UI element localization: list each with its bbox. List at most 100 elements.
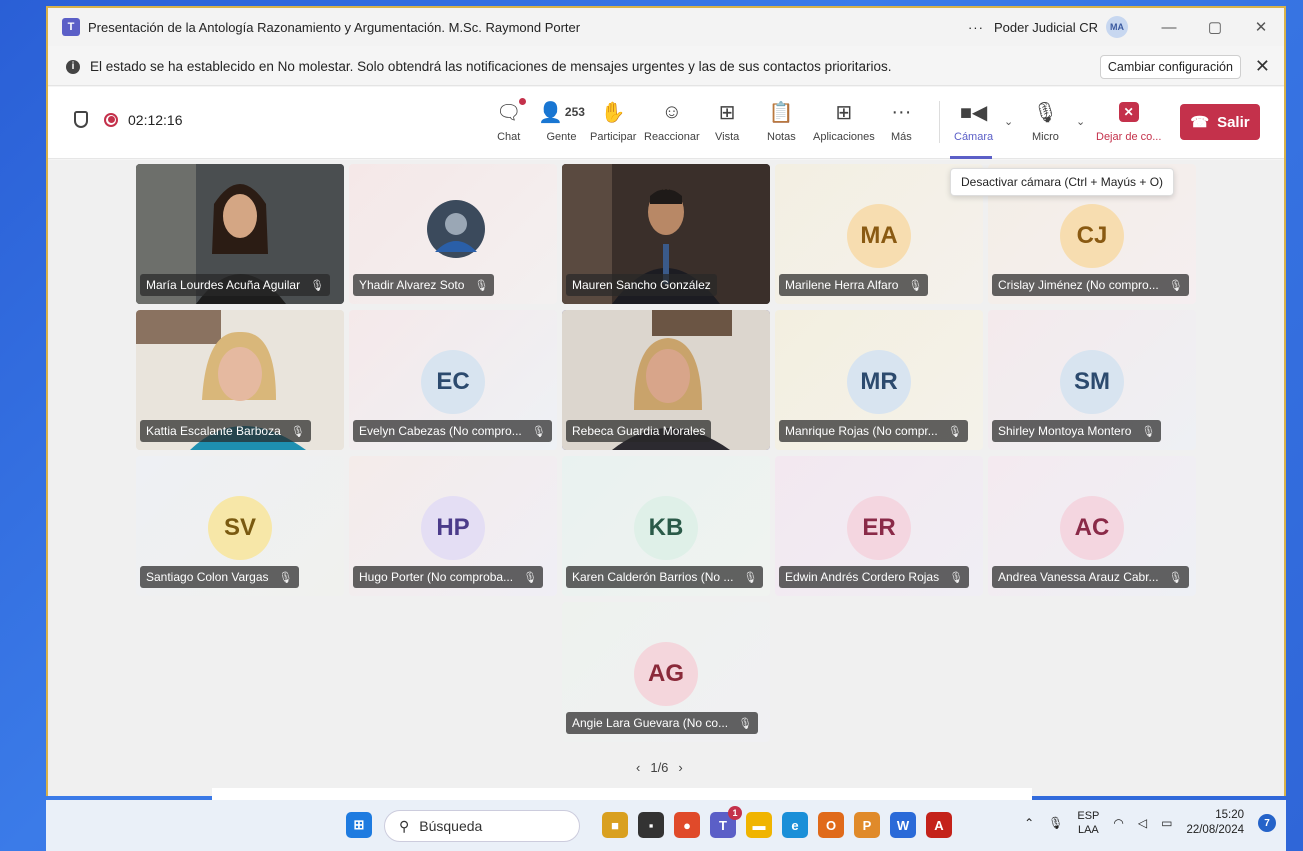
- mic-off-icon: 🎙: [310, 279, 325, 292]
- participant-name: Hugo Porter (No comproba... 🎙: [353, 566, 544, 588]
- maximize-button[interactable]: ▢: [1192, 18, 1238, 36]
- mic-muted-tray-icon[interactable]: 🎙: [1048, 816, 1063, 830]
- wifi-icon[interactable]: ◠: [1113, 816, 1123, 830]
- windows-start-icon[interactable]: ⊞: [346, 812, 372, 838]
- participant-tile[interactable]: AG Angie Lara Guevara (No co... 🎙: [562, 602, 770, 742]
- participant-tile[interactable]: KB Karen Calderón Barrios (No ... 🎙: [562, 456, 770, 596]
- video-grid: María Lourdes Acuña Aguilar 🎙 Yhadir Alva…: [48, 160, 1284, 796]
- people-count: 253: [564, 105, 585, 119]
- more-options-icon[interactable]: ···: [968, 20, 984, 35]
- presentation-app-icon[interactable]: P: [854, 812, 880, 838]
- participant-tile[interactable]: HP Hugo Porter (No comproba... 🎙: [349, 456, 557, 596]
- participant-tile[interactable]: Mauren Sancho González: [562, 164, 770, 304]
- teams-logo-icon: T: [62, 18, 80, 36]
- minimize-button[interactable]: —: [1146, 19, 1192, 36]
- camera-options-chevron-icon[interactable]: ⌄: [1004, 115, 1013, 128]
- previous-page-button[interactable]: ‹: [636, 760, 640, 775]
- page-indicator: 1/6: [650, 760, 669, 775]
- camera-active-indicator: [950, 156, 992, 159]
- raise-hand-button[interactable]: ✋ Participar: [590, 99, 636, 144]
- smiley-icon: ☺: [661, 100, 683, 123]
- mic-off-icon: 🎙: [290, 425, 305, 438]
- acrobat-icon[interactable]: A: [926, 812, 952, 838]
- mic-off-icon: 🎙: [1141, 425, 1156, 438]
- office-app-icon[interactable]: O: [818, 812, 844, 838]
- store-app-icon[interactable]: ■: [602, 812, 628, 838]
- file-explorer-icon[interactable]: ▬: [746, 812, 772, 838]
- gallery-pager: ‹ 1/6 ›: [636, 760, 683, 775]
- notes-button[interactable]: 📋 Notas: [767, 99, 796, 144]
- participant-avatar: ER: [847, 496, 911, 560]
- participant-tile[interactable]: SM Shirley Montoya Montero 🎙: [988, 310, 1196, 450]
- camera-button[interactable]: ■◀ Cámara: [954, 99, 993, 144]
- notification-center-badge[interactable]: 7: [1258, 814, 1276, 832]
- notes-icon: 📋: [768, 101, 794, 124]
- participant-avatar: AG: [634, 642, 698, 706]
- participant-name: Kattia Escalante Barboza 🎙: [140, 420, 311, 442]
- mic-button[interactable]: 🎙 Micro: [1032, 99, 1059, 144]
- more-button[interactable]: ··· Más: [891, 99, 912, 144]
- participant-name: Rebeca Guardia Morales: [566, 420, 712, 442]
- participant-avatar: AC: [1060, 496, 1124, 560]
- stop-sharing-button[interactable]: ✕ Dejar de co...: [1096, 99, 1161, 143]
- edge-icon[interactable]: e: [782, 812, 808, 838]
- participant-tile[interactable]: Kattia Escalante Barboza 🎙: [136, 310, 344, 450]
- participant-name: Marilene Herra Alfaro 🎙: [779, 274, 929, 296]
- word-icon[interactable]: W: [890, 812, 916, 838]
- change-settings-button[interactable]: Cambiar configuración: [1099, 54, 1241, 79]
- participant-name: Angie Lara Guevara (No co... 🎙: [566, 712, 759, 734]
- chat-icon: 🗨: [496, 98, 527, 125]
- grid-icon: ⊞: [718, 101, 736, 124]
- clock[interactable]: 15:20 22/08/2024: [1186, 808, 1244, 838]
- participant-tile[interactable]: AC Andrea Vanessa Arauz Cabr... 🎙: [988, 456, 1196, 596]
- dismiss-notification-button[interactable]: ✕: [1255, 56, 1270, 77]
- react-button[interactable]: ☺ Reaccionar: [644, 99, 700, 144]
- mic-muted-icon: 🎙: [1032, 101, 1059, 124]
- org-area[interactable]: ··· Poder Judicial CR MA: [968, 16, 1128, 38]
- app-icon[interactable]: ▪: [638, 812, 664, 838]
- language-indicator[interactable]: ESP LAA: [1077, 809, 1099, 837]
- close-window-button[interactable]: ✕: [1238, 18, 1284, 36]
- title-bar: T Presentación de la Antología Razonamie…: [48, 8, 1284, 46]
- participant-name: Mauren Sancho González: [566, 274, 717, 296]
- view-button[interactable]: ⊞ Vista: [715, 99, 739, 144]
- leave-button[interactable]: ☎ Salir: [1180, 104, 1260, 140]
- participant-name: Andrea Vanessa Arauz Cabr... 🎙: [992, 566, 1189, 588]
- taskbar-search[interactable]: ⚲ Búsqueda: [384, 810, 580, 842]
- participant-tile[interactable]: Yhadir Alvarez Soto 🎙: [349, 164, 557, 304]
- participant-tile[interactable]: ER Edwin Andrés Cordero Rojas 🎙: [775, 456, 983, 596]
- participant-name: Santiago Colon Vargas 🎙: [140, 566, 299, 588]
- meeting-toolbar: 02:12:16 🗨 Chat 👤 253 Gente ✋ Participar …: [48, 87, 1284, 159]
- mic-off-icon: 🎙: [531, 425, 546, 438]
- participant-tile[interactable]: EC Evelyn Cabezas (No compro... 🎙: [349, 310, 557, 450]
- ellipsis-icon: ···: [891, 100, 912, 123]
- user-avatar[interactable]: MA: [1106, 16, 1128, 38]
- mic-off-icon: 🎙: [1168, 279, 1183, 292]
- participant-tile[interactable]: MR Manrique Rojas (No compr... 🎙: [775, 310, 983, 450]
- teams-icon[interactable]: T1: [710, 806, 742, 838]
- participant-tile[interactable]: SV Santiago Colon Vargas 🎙: [136, 456, 344, 596]
- participant-tile-active-speaker[interactable]: Rebeca Guardia Morales: [562, 310, 770, 450]
- dnd-notification-bar: i El estado se ha establecido en No mole…: [48, 48, 1284, 86]
- meeting-timer: 02:12:16: [128, 111, 183, 128]
- mic-off-icon: 🎙: [474, 279, 489, 292]
- participant-avatar: MR: [847, 350, 911, 414]
- next-page-button[interactable]: ›: [678, 760, 682, 775]
- teams-notification-badge: 1: [728, 806, 742, 820]
- people-button[interactable]: 👤 253 Gente: [538, 99, 585, 144]
- participant-avatar: MA: [847, 204, 911, 268]
- chevron-up-icon[interactable]: ⌃: [1024, 816, 1034, 830]
- stop-share-icon: ✕: [1118, 99, 1139, 125]
- volume-icon[interactable]: ◁: [1138, 816, 1147, 830]
- participant-avatar: SV: [208, 496, 272, 560]
- chat-button[interactable]: 🗨 Chat: [496, 98, 527, 143]
- shield-icon[interactable]: [74, 111, 88, 128]
- chrome-icon[interactable]: ●: [674, 812, 700, 838]
- mic-options-chevron-icon[interactable]: ⌄: [1076, 115, 1085, 128]
- participant-tile[interactable]: María Lourdes Acuña Aguilar 🎙: [136, 164, 344, 304]
- participant-name: Shirley Montoya Montero 🎙: [992, 420, 1162, 442]
- participant-avatar: KB: [634, 496, 698, 560]
- apps-button[interactable]: ⊞ Aplicaciones: [813, 99, 875, 144]
- participant-name: Edwin Andrés Cordero Rojas 🎙: [779, 566, 970, 588]
- battery-icon[interactable]: ▭: [1161, 816, 1172, 830]
